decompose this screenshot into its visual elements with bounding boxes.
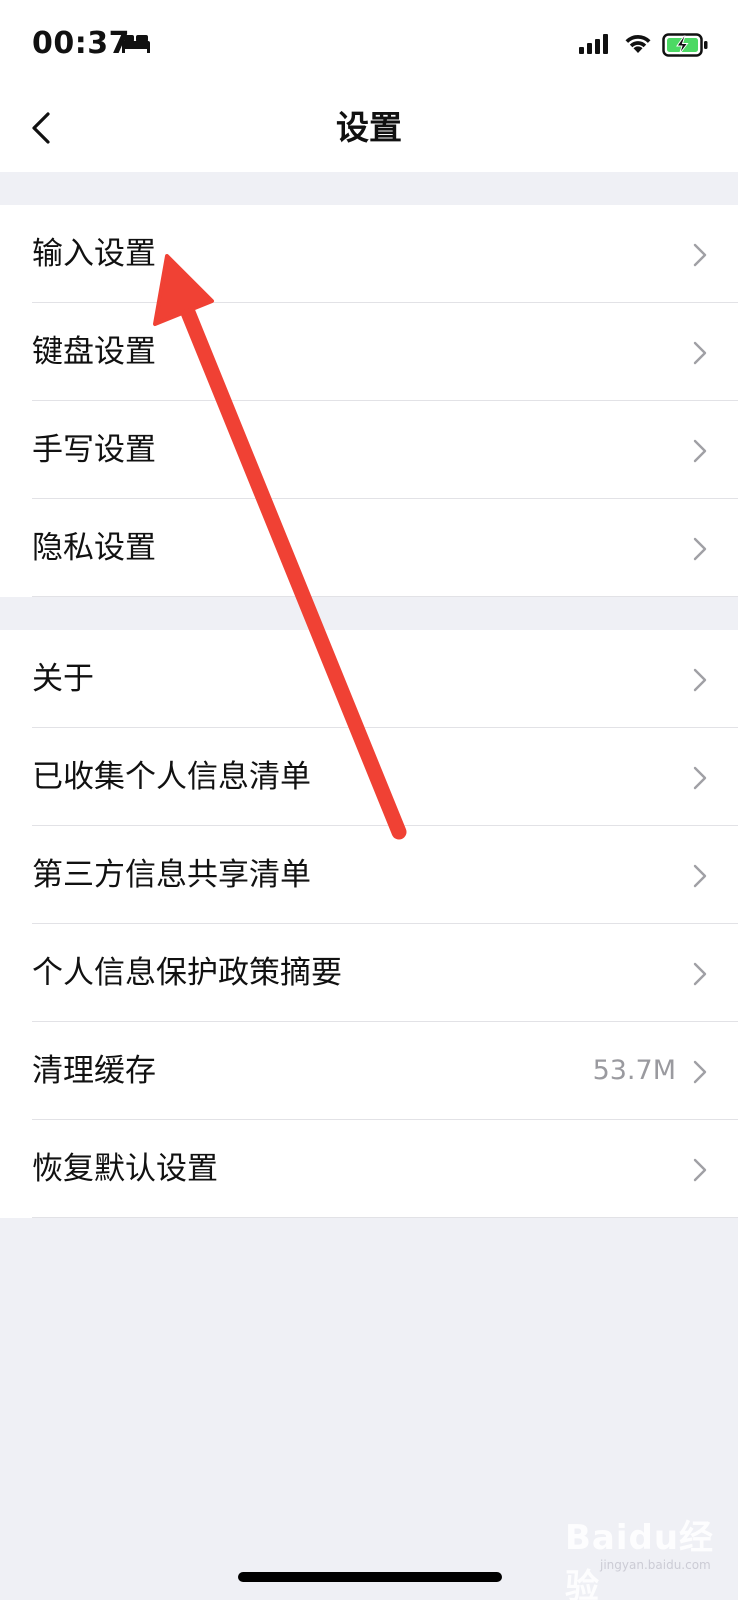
baidu-watermark-logo: Baidu经验 (565, 1518, 715, 1600)
settings-row-privacy-policy-summary[interactable]: 个人信息保护政策摘要 (0, 924, 738, 1022)
settings-row-clear-cache[interactable]: 清理缓存 53.7M (0, 1022, 738, 1120)
settings-row-input[interactable]: 输入设置 (0, 205, 738, 303)
row-label: 输入设置 (32, 236, 156, 272)
chevron-right-icon (693, 1158, 707, 1182)
chevron-right-icon (693, 668, 707, 692)
chevron-right-icon (693, 1060, 707, 1084)
navigation-bar: 设置 (0, 88, 738, 172)
row-label: 手写设置 (32, 432, 156, 468)
chevron-right-icon (693, 962, 707, 986)
settings-row-third-party-sharing[interactable]: 第三方信息共享清单 (0, 826, 738, 924)
chevron-right-icon (693, 243, 707, 267)
page-title: 设置 (336, 108, 402, 147)
battery-charging-icon (662, 33, 710, 61)
chevron-right-icon (693, 766, 707, 790)
chevron-right-icon (693, 341, 707, 365)
chevron-right-icon (693, 864, 707, 888)
status-bar: 00:37 (0, 0, 738, 88)
status-time: 00:37 (32, 26, 130, 61)
row-label: 个人信息保护政策摘要 (32, 955, 342, 991)
row-label: 已收集个人信息清单 (32, 759, 311, 795)
settings-row-restore-defaults[interactable]: 恢复默认设置 (0, 1120, 738, 1218)
row-label: 关于 (32, 661, 94, 697)
wifi-icon (623, 31, 653, 59)
home-indicator[interactable] (238, 1572, 502, 1582)
settings-row-handwriting[interactable]: 手写设置 (0, 401, 738, 499)
row-label: 第三方信息共享清单 (32, 857, 311, 893)
row-label: 清理缓存 (32, 1053, 156, 1089)
row-label: 恢复默认设置 (32, 1151, 218, 1187)
signal-icon (578, 33, 612, 59)
settings-group-info: 关于 已收集个人信息清单 第三方信息共享清单 个人信息保护政策摘要 清理缓存 5… (0, 630, 738, 1218)
row-label: 键盘设置 (32, 334, 156, 370)
bed-icon (121, 33, 151, 57)
chevron-right-icon (693, 537, 707, 561)
chevron-right-icon (693, 439, 707, 463)
settings-row-privacy[interactable]: 隐私设置 (0, 499, 738, 597)
settings-row-collected-info[interactable]: 已收集个人信息清单 (0, 728, 738, 826)
settings-group-main: 输入设置 键盘设置 手写设置 隐私设置 (0, 205, 738, 597)
settings-row-about[interactable]: 关于 (0, 630, 738, 728)
settings-row-keyboard[interactable]: 键盘设置 (0, 303, 738, 401)
cache-size-value: 53.7M (592, 1055, 676, 1086)
baidu-watermark-url: jingyan.baidu.com (600, 1558, 711, 1572)
row-label: 隐私设置 (32, 530, 156, 566)
